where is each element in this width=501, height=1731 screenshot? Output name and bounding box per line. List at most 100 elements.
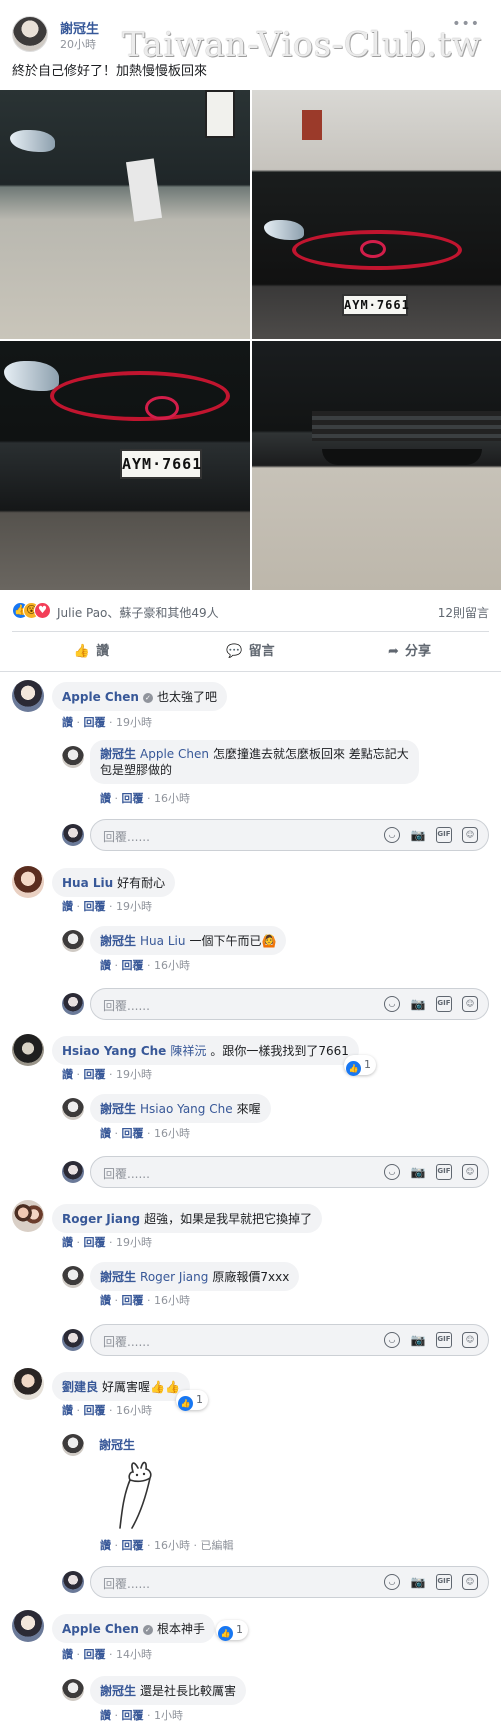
edited-label[interactable]: 已編輯 xyxy=(201,1539,234,1552)
commenter-name[interactable]: Hua Liu xyxy=(62,876,113,890)
avatar[interactable] xyxy=(62,1098,84,1120)
sticker-icon[interactable]: ☺ xyxy=(462,1574,478,1590)
reply-reply-link[interactable]: 回覆 xyxy=(122,1294,144,1307)
reply-input[interactable]: 回覆...... ◡ 📷 GIF ☺ xyxy=(90,1324,489,1356)
post-timestamp[interactable]: 20小時 xyxy=(60,36,96,52)
comment-reply-link[interactable]: 回覆 xyxy=(84,1404,106,1417)
comment-reply-link[interactable]: 回覆 xyxy=(84,900,106,913)
camera-icon[interactable]: 📷 xyxy=(410,1164,426,1180)
comment-reply-link[interactable]: 回覆 xyxy=(84,1236,106,1249)
camera-icon[interactable]: 📷 xyxy=(410,996,426,1012)
comment-like-count[interactable]: 👍 1 xyxy=(176,1390,208,1411)
avatar[interactable] xyxy=(12,680,44,712)
comment-button[interactable]: 💬 留言 xyxy=(171,640,330,659)
reply-time[interactable]: 16小時 xyxy=(154,959,190,972)
reply-time[interactable]: 16小時 xyxy=(154,1539,190,1552)
reply-time[interactable]: 16小時 xyxy=(154,1294,190,1307)
comment-time[interactable]: 16小時 xyxy=(116,1404,152,1417)
emoji-icon[interactable]: ◡ xyxy=(384,1164,400,1180)
comment-like-link[interactable]: 讚 xyxy=(62,1648,73,1661)
reply-time[interactable]: 16小時 xyxy=(154,792,190,805)
commenter-name[interactable]: 劉建良 xyxy=(62,1380,98,1394)
post-author[interactable]: 謝冠生 xyxy=(60,18,99,37)
reply-reply-link[interactable]: 回覆 xyxy=(122,792,144,805)
reply-input[interactable]: 回覆...... ◡ 📷 GIF ☺ xyxy=(90,1156,489,1188)
comment-like-link[interactable]: 讚 xyxy=(62,1068,73,1081)
camera-icon[interactable]: 📷 xyxy=(410,1574,426,1590)
share-button[interactable]: ➦ 分享 xyxy=(330,640,489,659)
reply-like-link[interactable]: 讚 xyxy=(100,1539,111,1552)
commenter-name[interactable]: 謝冠生 xyxy=(100,1270,136,1284)
emoji-icon[interactable]: ◡ xyxy=(384,996,400,1012)
sticker-icon[interactable]: ☺ xyxy=(462,996,478,1012)
photo-4[interactable] xyxy=(252,341,501,590)
gif-icon[interactable]: GIF xyxy=(436,1574,452,1590)
comment-like-link[interactable]: 讚 xyxy=(62,1404,73,1417)
emoji-icon[interactable]: ◡ xyxy=(384,1574,400,1590)
camera-icon[interactable]: 📷 xyxy=(410,827,426,843)
commenter-name[interactable]: Apple Chen xyxy=(62,690,139,704)
comment-like-link[interactable]: 讚 xyxy=(62,1236,73,1249)
avatar[interactable] xyxy=(62,1679,84,1701)
sticker-icon[interactable]: ☺ xyxy=(462,1164,478,1180)
commenter-name[interactable]: Apple Chen xyxy=(62,1622,139,1636)
gif-icon[interactable]: GIF xyxy=(436,1332,452,1348)
emoji-icon[interactable]: ◡ xyxy=(384,1332,400,1348)
commenter-name[interactable]: 謝冠生 xyxy=(99,1436,135,1453)
reply-like-link[interactable]: 讚 xyxy=(100,959,111,972)
commenter-name[interactable]: 謝冠生 xyxy=(100,1102,136,1116)
comment-like-link[interactable]: 讚 xyxy=(62,900,73,913)
mention-link[interactable]: Hsiao Yang Che xyxy=(140,1102,233,1116)
photo-1[interactable] xyxy=(0,90,250,339)
reply-input[interactable]: 回覆...... ◡ 📷 GIF ☺ xyxy=(90,819,489,851)
reply-reply-link[interactable]: 回覆 xyxy=(122,1127,144,1140)
commenter-name[interactable]: Roger Jiang xyxy=(62,1212,140,1226)
reply-input[interactable]: 回覆...... ◡ 📷 GIF ☺ xyxy=(90,1566,489,1598)
photo-3[interactable]: AYM·7661 xyxy=(0,341,250,590)
comment-like-count[interactable]: 👍 1 xyxy=(344,1055,376,1076)
avatar[interactable] xyxy=(62,746,84,768)
avatar[interactable] xyxy=(12,1200,44,1232)
camera-icon[interactable]: 📷 xyxy=(410,1332,426,1348)
reply-reply-link[interactable]: 回覆 xyxy=(122,959,144,972)
commenter-name[interactable]: 謝冠生 xyxy=(100,1684,136,1698)
gif-icon[interactable]: GIF xyxy=(436,827,452,843)
reaction-names[interactable]: Julie Pao、蘇子豪和其他49人 xyxy=(57,604,219,621)
avatar[interactable] xyxy=(62,1434,84,1456)
avatar[interactable] xyxy=(12,1034,44,1066)
comment-like-count[interactable]: 👍 1 xyxy=(216,1620,248,1641)
comment-like-link[interactable]: 讚 xyxy=(62,716,73,729)
gif-icon[interactable]: GIF xyxy=(436,996,452,1012)
like-button[interactable]: 👍 讚 xyxy=(12,640,171,659)
avatar[interactable] xyxy=(12,1610,44,1642)
reaction-summary[interactable]: 👍 😮 ♥ Julie Pao、蘇子豪和其他49人 12則留言 xyxy=(12,600,489,622)
comment-time[interactable]: 19小時 xyxy=(116,900,152,913)
mention-link[interactable]: Roger Jiang xyxy=(140,1270,208,1284)
avatar[interactable] xyxy=(12,1368,44,1400)
reply-reply-link[interactable]: 回覆 xyxy=(122,1709,144,1722)
avatar[interactable] xyxy=(62,930,84,952)
avatar[interactable] xyxy=(62,1266,84,1288)
avatar[interactable] xyxy=(12,16,48,52)
reply-time[interactable]: 1小時 xyxy=(154,1709,183,1722)
reply-reply-link[interactable]: 回覆 xyxy=(122,1539,144,1552)
reply-like-link[interactable]: 讚 xyxy=(100,1127,111,1140)
comment-count[interactable]: 12則留言 xyxy=(438,604,489,621)
avatar[interactable] xyxy=(12,866,44,898)
mention-link[interactable]: 陳祥沅 xyxy=(170,1044,206,1058)
comment-time[interactable]: 14小時 xyxy=(116,1648,152,1661)
commenter-name[interactable]: 謝冠生 xyxy=(100,934,136,948)
reply-like-link[interactable]: 讚 xyxy=(100,792,111,805)
photo-2[interactable]: AYM·7661 xyxy=(252,90,501,339)
reply-input[interactable]: 回覆...... ◡ 📷 GIF ☺ xyxy=(90,988,489,1020)
sticker-icon[interactable]: ☺ xyxy=(462,1332,478,1348)
commenter-name[interactable]: 謝冠生 xyxy=(100,747,136,761)
reply-time[interactable]: 16小時 xyxy=(154,1127,190,1140)
mention-link[interactable]: Apple Chen xyxy=(140,747,209,761)
comment-time[interactable]: 19小時 xyxy=(116,1068,152,1081)
reply-like-link[interactable]: 讚 xyxy=(100,1709,111,1722)
sticker-icon[interactable]: ☺ xyxy=(462,827,478,843)
comment-reply-link[interactable]: 回覆 xyxy=(84,1068,106,1081)
comment-time[interactable]: 19小時 xyxy=(116,716,152,729)
comment-time[interactable]: 19小時 xyxy=(116,1236,152,1249)
